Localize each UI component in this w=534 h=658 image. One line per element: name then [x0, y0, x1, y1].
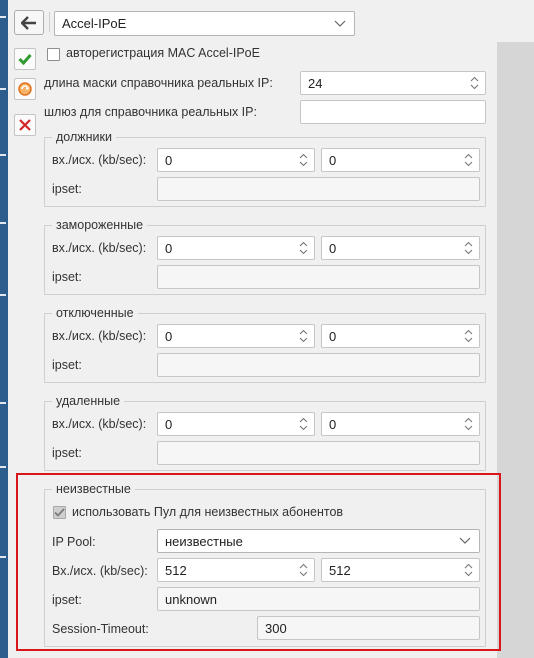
disabled-rate-in-input[interactable]: 0 [157, 324, 315, 348]
group-title-frozen: замороженные [52, 218, 148, 232]
rate-label: вх./исх. (kb/sec): [52, 417, 147, 431]
spinner-arrows-icon[interactable] [299, 329, 308, 343]
delete-x-icon [19, 119, 31, 131]
spinner-arrows-icon[interactable] [464, 241, 473, 255]
deleted-ipset-input[interactable] [157, 441, 480, 465]
deleted-rate-in-input[interactable]: 0 [157, 412, 315, 436]
frozen-ipset-input[interactable] [157, 265, 480, 289]
checkmark-icon [18, 54, 32, 65]
disabled-ipset-input[interactable] [157, 353, 480, 377]
group-title-deleted: удаленные [52, 394, 125, 408]
debtors-rate-out-value: 0 [329, 152, 337, 168]
frozen-rate-in-input[interactable]: 0 [157, 236, 315, 260]
ipset-label: ipset: [52, 358, 82, 372]
autoreg-checkbox[interactable] [47, 48, 60, 61]
arrow-left-icon [21, 15, 36, 30]
mask-length-value: 24 [308, 75, 323, 91]
debtors-rate-out-input[interactable]: 0 [321, 148, 480, 172]
red-highlight-frame [16, 473, 501, 651]
gateway-input[interactable] [300, 100, 486, 124]
frozen-rate-out-input[interactable]: 0 [321, 236, 480, 260]
delete-button[interactable] [14, 114, 36, 136]
spinner-arrows-icon[interactable] [464, 417, 473, 431]
autoreg-label: авторегистрация MAC Accel-IPoE [66, 46, 260, 60]
rate-label: вх./исх. (kb/sec): [52, 153, 147, 167]
background-window-edge [0, 0, 8, 658]
disabled-rate-out-input[interactable]: 0 [321, 324, 480, 348]
spinner-arrows-icon[interactable] [470, 76, 479, 90]
ipset-label: ipset: [52, 446, 82, 460]
rate-label: вх./исх. (kb/sec): [52, 329, 147, 343]
mask-label: длина маски справочника реальных IP: [44, 76, 273, 90]
module-select[interactable]: Accel-IPoE [54, 11, 355, 36]
debtors-ipset-input[interactable] [157, 177, 480, 201]
mask-length-input[interactable]: 24 [300, 71, 486, 95]
module-select-value: Accel-IPoE [62, 16, 127, 31]
gateway-label: шлюз для справочника реальных IP: [44, 105, 257, 119]
ipset-label: ipset: [52, 270, 82, 284]
spinner-arrows-icon[interactable] [464, 153, 473, 167]
toolbar-separator [49, 12, 50, 32]
spinner-arrows-icon[interactable] [299, 241, 308, 255]
debtors-rate-in-input[interactable]: 0 [157, 148, 315, 172]
spinner-arrows-icon[interactable] [299, 153, 308, 167]
side-panel-background [497, 42, 534, 658]
refresh-icon [18, 82, 32, 96]
refresh-button[interactable] [14, 78, 36, 100]
deleted-rate-out-input[interactable]: 0 [321, 412, 480, 436]
rate-label: вх./исх. (kb/sec): [52, 241, 147, 255]
chevron-down-icon [334, 20, 346, 27]
spinner-arrows-icon[interactable] [299, 417, 308, 431]
save-button[interactable] [14, 48, 36, 70]
back-button[interactable] [14, 10, 44, 35]
disabled-rate-in-value: 0 [165, 328, 173, 344]
frozen-rate-out-value: 0 [329, 240, 337, 256]
debtors-rate-in-value: 0 [165, 152, 173, 168]
frozen-rate-in-value: 0 [165, 240, 173, 256]
disabled-rate-out-value: 0 [329, 328, 337, 344]
top-toolbar: Accel-IPoE [8, 0, 534, 42]
group-title-debtors: должники [52, 130, 116, 144]
group-title-disabled: отключенные [52, 306, 138, 320]
deleted-rate-out-value: 0 [329, 416, 337, 432]
ipset-label: ipset: [52, 182, 82, 196]
spinner-arrows-icon[interactable] [464, 329, 473, 343]
deleted-rate-in-value: 0 [165, 416, 173, 432]
